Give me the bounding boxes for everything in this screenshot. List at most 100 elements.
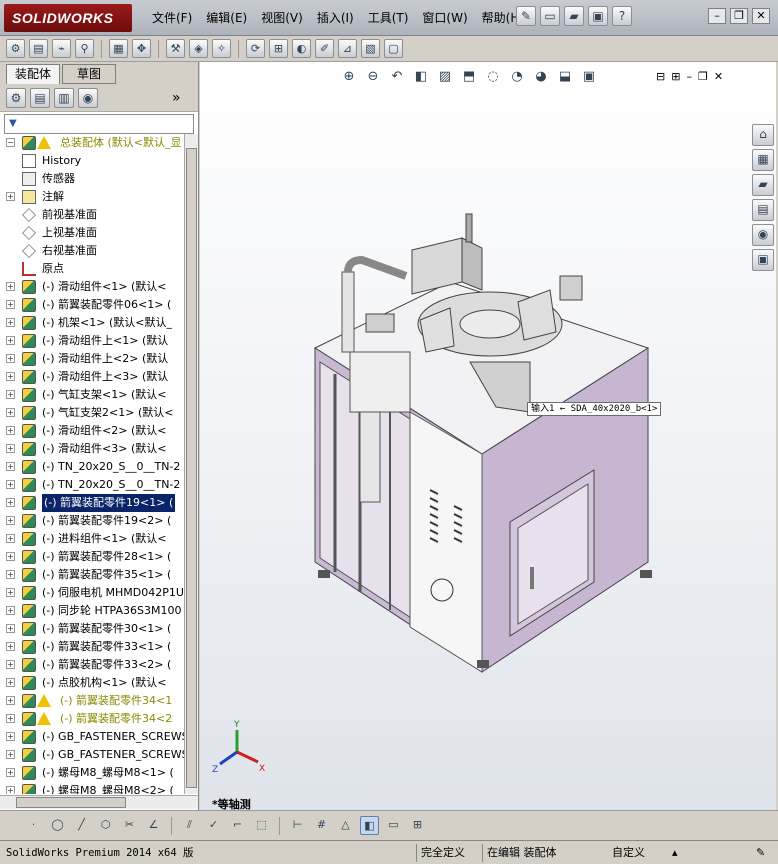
expand-toggle-icon[interactable]: + (6, 444, 15, 453)
tree-item[interactable]: + (-) 机架<1> (默认<默认_ (0, 314, 184, 332)
tree-item[interactable]: + (-) 箭翼装配零件19<2> ( (0, 512, 184, 530)
tree-item[interactable]: + (-) 箭翼装配零件30<1> ( (0, 620, 184, 638)
tree-item[interactable]: + (-) 滑动组件<3> (默认< (0, 440, 184, 458)
expand-toggle-icon[interactable]: + (6, 480, 15, 489)
sketch-icon[interactable]: ✐ (315, 39, 334, 58)
move-component-icon[interactable]: ✥ (132, 39, 151, 58)
expand-toggle-icon[interactable]: + (6, 336, 15, 345)
expand-toggle-icon[interactable]: + (6, 408, 15, 417)
expand-toggle-icon[interactable]: − (6, 138, 15, 147)
minimize-button[interactable]: – (708, 8, 726, 24)
custom-properties-icon[interactable]: ▣ (752, 249, 774, 271)
expand-toggle-icon[interactable]: + (6, 678, 15, 687)
tree-item[interactable]: + (-) 箭翼装配零件35<1> ( (0, 566, 184, 584)
tree-item[interactable]: 原点 (0, 260, 184, 278)
tree-item[interactable]: 右视基准面 (0, 242, 184, 260)
tree-item[interactable]: + (-) 箭翼装配零件19<1> ( (0, 494, 184, 512)
tree-item[interactable]: + 注解 (0, 188, 184, 206)
expand-toggle-icon[interactable]: + (6, 642, 15, 651)
tab-sketch[interactable]: 草图 (62, 64, 116, 84)
reference-geometry-icon[interactable]: ✧ (212, 39, 231, 58)
tree-item[interactable]: 传感器 (0, 170, 184, 188)
tree-item[interactable]: + (-) 点胶机构<1> (默认< (0, 674, 184, 692)
expand-toggle-icon[interactable]: + (6, 660, 15, 669)
tree-item[interactable]: + (-) GB_FASTENER_SCREWS_ (0, 746, 184, 764)
mirror-icon[interactable]: ⫽ (180, 816, 199, 835)
expand-toggle-icon[interactable]: + (6, 498, 15, 507)
menu-view[interactable]: 视图(V) (254, 10, 310, 26)
tree-item[interactable]: + (-) GB_FASTENER_SCREWS_ (0, 728, 184, 746)
tree-horizontal-scrollbar[interactable] (0, 795, 198, 809)
menu-file[interactable]: 文件(F) (145, 10, 199, 26)
expand-toggle-icon[interactable]: + (6, 516, 15, 525)
scroll-thumb[interactable] (186, 148, 197, 788)
expand-chevron-icon[interactable]: » (172, 90, 181, 106)
triangle-icon[interactable]: △ (336, 816, 355, 835)
expand-toggle-icon[interactable]: + (6, 606, 15, 615)
tab-assembly[interactable]: 装配体 (6, 64, 61, 84)
appearance-manager-icon[interactable]: ◉ (78, 87, 98, 108)
tree-item[interactable]: + (-) 伺服电机 MHMD042P1U (0, 584, 184, 602)
graphics-area[interactable]: ⊕ ⊖ ↶ ◧ ▨ ⬒ ◌ ◔ ◕ ⬓ ▣ ⊟ ⊞ – ❐ ✕ Y X Z ⌂ … (200, 62, 776, 810)
feature-manager-icon[interactable]: ⚙ (6, 87, 26, 108)
solidworks-logo[interactable]: SOLIDWORKS (4, 4, 132, 32)
units-up-arrow-icon[interactable]: ▴ (668, 844, 678, 862)
tree-item[interactable]: + (-) 箭翼装配零件28<1> ( (0, 548, 184, 566)
expand-toggle-icon[interactable]: + (6, 732, 15, 741)
assembly-model[interactable] (200, 62, 776, 810)
save-icon[interactable]: ▣ (588, 6, 608, 26)
tree-filter[interactable]: ▼ (4, 114, 194, 134)
tree-item[interactable]: + (-) 箭翼装配零件06<1> ( (0, 296, 184, 314)
grid-icon[interactable]: # (312, 816, 331, 835)
rebuild-status-icon[interactable]: ✎ (752, 844, 774, 862)
expand-toggle-icon[interactable]: + (6, 390, 15, 399)
expand-toggle-icon[interactable]: + (6, 354, 15, 363)
tree-item[interactable]: + (-) 进料组件<1> (默认< (0, 530, 184, 548)
tree-item[interactable]: + (-) 箭翼装配零件34<1 (0, 692, 184, 710)
expand-toggle-icon[interactable]: + (6, 426, 15, 435)
tree-item[interactable]: + (-) 滑动组件<1> (默认< (0, 278, 184, 296)
tree-item[interactable]: + (-) 滑动组件上<1> (默认 (0, 332, 184, 350)
status-units[interactable]: 自定义 (568, 844, 668, 862)
component-pattern-icon[interactable]: ▦ (109, 39, 128, 58)
edit-component-icon[interactable]: ⚙ (6, 39, 25, 58)
tree-item[interactable]: + (-) TN_20x20_S__0__TN-2 (0, 476, 184, 494)
smart-fasteners-icon[interactable]: ⚒ (166, 39, 185, 58)
open-folder-icon[interactable]: ▰ (564, 6, 584, 26)
expand-toggle-icon[interactable]: + (6, 372, 15, 381)
tree-item[interactable]: + (-) 滑动组件<2> (默认< (0, 422, 184, 440)
dotted-rect-icon[interactable]: ⬚ (252, 816, 271, 835)
tree-item[interactable]: History (0, 152, 184, 170)
tree-vertical-scrollbar[interactable] (184, 134, 198, 794)
expand-toggle-icon[interactable]: + (6, 570, 15, 579)
rebuild-icon[interactable]: ⟳ (246, 39, 265, 58)
cube-view-icon[interactable]: ◧ (360, 816, 379, 835)
expand-toggle-icon[interactable]: + (6, 318, 15, 327)
tree-item[interactable]: + (-) TN_20x20_S__0__TN-2 (0, 458, 184, 476)
evaluate-icon[interactable]: ▧ (361, 39, 380, 58)
new-document-icon[interactable]: ▭ (540, 6, 560, 26)
corner-icon[interactable]: ⌐ (228, 816, 247, 835)
restore-button[interactable]: ❐ (730, 8, 748, 24)
circle-icon[interactable]: ◯ (48, 816, 67, 835)
property-manager-icon[interactable]: ▤ (30, 87, 50, 108)
pin-icon[interactable]: ✎ (516, 6, 536, 26)
mate-icon[interactable]: ⚲ (75, 39, 94, 58)
menu-tools[interactable]: 工具(T) (361, 10, 416, 26)
help-icon[interactable]: ? (612, 6, 632, 26)
point-icon[interactable]: · (24, 816, 43, 835)
file-explorer-icon[interactable]: ▰ (752, 174, 774, 196)
filter-icon[interactable]: ▼ (9, 118, 17, 129)
insert-component-icon[interactable]: ▤ (29, 39, 48, 58)
menu-window[interactable]: 窗口(W) (415, 10, 474, 26)
expand-toggle-icon[interactable]: + (6, 768, 15, 777)
menu-insert[interactable]: 插入(I) (310, 10, 361, 26)
view-palette-icon[interactable]: ▤ (752, 199, 774, 221)
expand-toggle-icon[interactable]: + (6, 192, 15, 201)
expand-toggle-icon[interactable]: + (6, 696, 15, 705)
home-icon[interactable]: ⌂ (752, 124, 774, 146)
tree-item[interactable]: + (-) 滑动组件上<3> (默认 (0, 368, 184, 386)
tree-item[interactable]: − 总装配体 (默认<默认_显 (0, 134, 184, 152)
hide-show-icon[interactable]: ◐ (292, 39, 311, 58)
tree-item[interactable]: + (-) 箭翼装配零件34<2 (0, 710, 184, 728)
